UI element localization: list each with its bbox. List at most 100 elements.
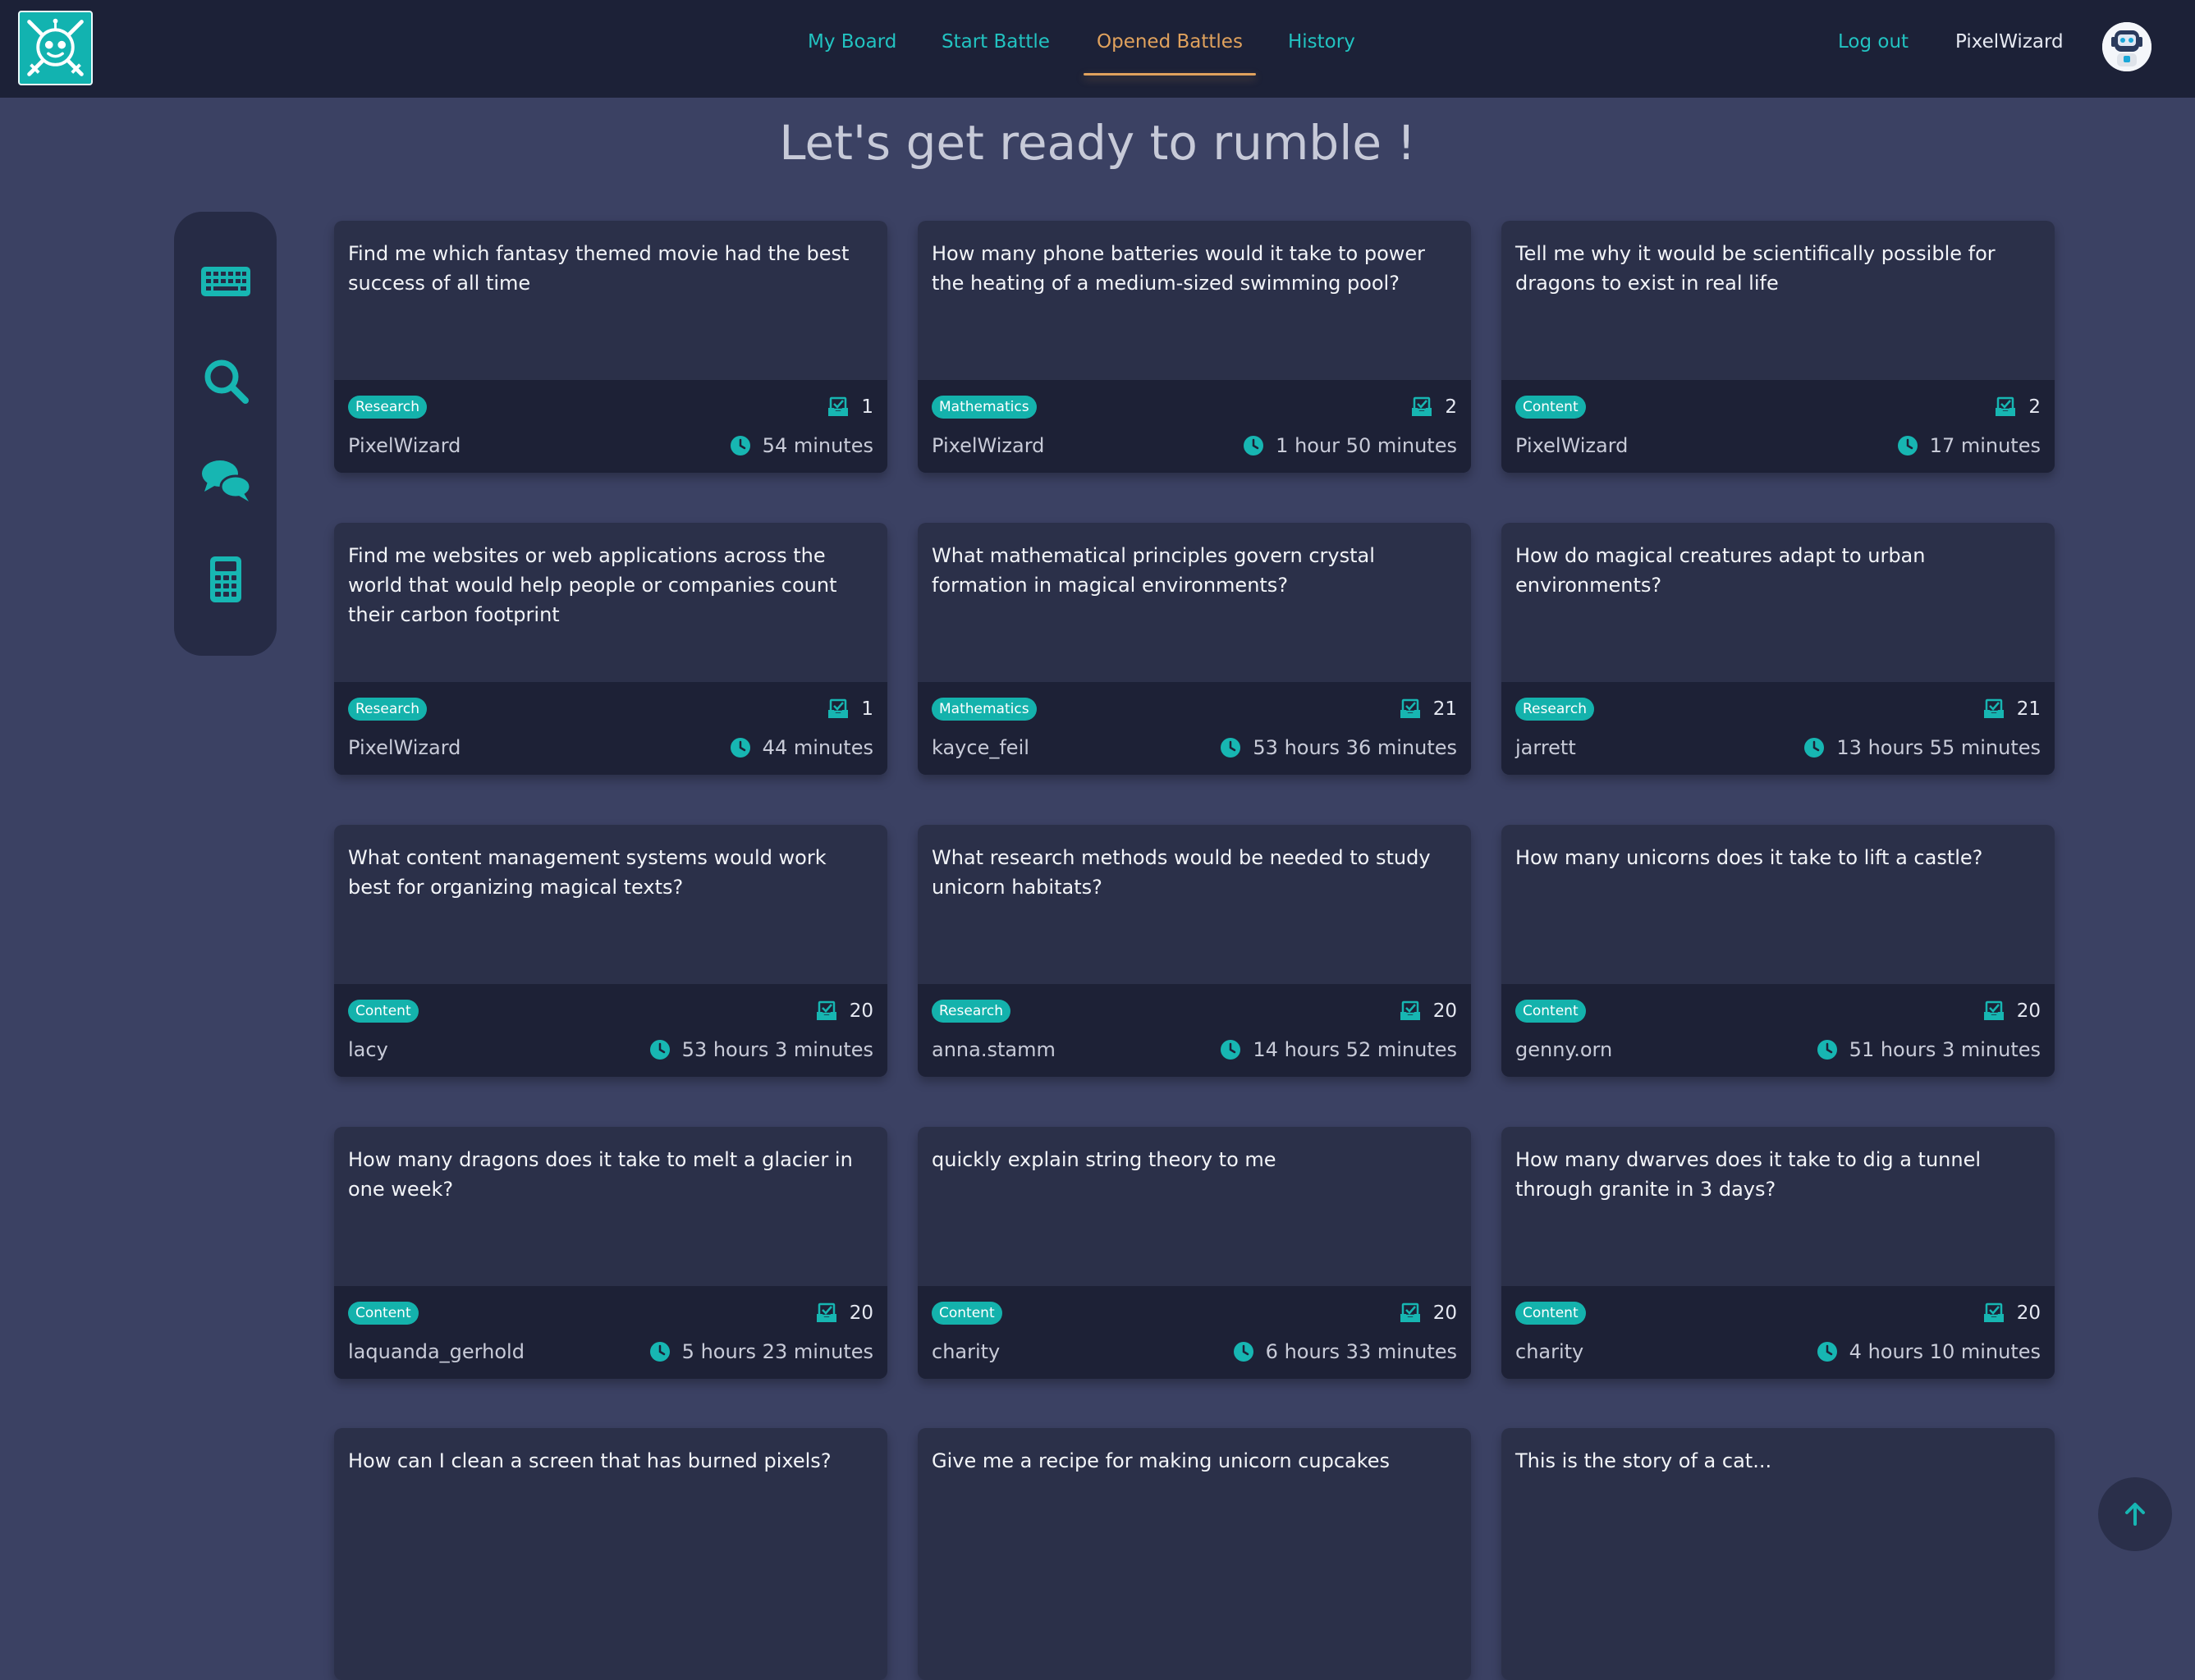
- battle-card[interactable]: What content management systems would wo…: [334, 825, 887, 1077]
- inbox-check-icon: [1983, 1000, 2004, 1020]
- sidebar-item-search[interactable]: [196, 351, 255, 410]
- battle-question: Find me websites or web applications acr…: [348, 544, 837, 626]
- battle-card[interactable]: This is the story of a cat...: [1501, 1428, 2055, 1680]
- category-badge: Content: [1515, 396, 1586, 419]
- battle-author: lacy: [348, 1038, 388, 1061]
- inbox-check-icon: [828, 698, 849, 718]
- battle-card[interactable]: How do magical creatures adapt to urban …: [1501, 523, 2055, 775]
- battle-question: Tell me why it would be scientifically p…: [1515, 242, 1996, 295]
- battle-card[interactable]: Find me which fantasy themed movie had t…: [334, 221, 887, 473]
- answer-count: 21: [1982, 698, 2041, 720]
- time-left: 4 hours 10 minutes: [1817, 1340, 2041, 1363]
- clock-icon: [1221, 1040, 1241, 1060]
- time-left-value: 1 hour 50 minutes: [1276, 434, 1457, 457]
- nav-start-battle[interactable]: Start Battle: [942, 31, 1050, 53]
- nav-my-board[interactable]: My Board: [808, 31, 896, 53]
- inbox-check-icon: [816, 1000, 836, 1020]
- card-footer: Mathematics 2 PixelWizard 1 hour 50 minu…: [918, 380, 1471, 473]
- category-badge: Content: [348, 1302, 419, 1325]
- answer-count-value: 20: [1432, 1302, 1457, 1324]
- clock-icon: [1221, 738, 1241, 758]
- card-footer: Research 21 jarrett 13 hours 55 minutes: [1501, 682, 2055, 775]
- answer-count: 20: [815, 1000, 873, 1022]
- keyboard-icon: [201, 267, 250, 296]
- sidebar-item-keyboard[interactable]: [196, 252, 255, 311]
- sidebar-item-calculator[interactable]: [196, 550, 255, 609]
- battle-question: How many phone batteries would it take t…: [932, 242, 1426, 295]
- card-footer: Content 20 charity 4 hours 10 minutes: [1501, 1286, 2055, 1379]
- scroll-to-top-button[interactable]: [2098, 1477, 2172, 1551]
- clock-icon: [1817, 1342, 1837, 1362]
- time-left-value: 17 minutes: [1929, 434, 2041, 457]
- battle-card[interactable]: Tell me why it would be scientifically p…: [1501, 221, 2055, 473]
- answer-count-value: 21: [1432, 698, 1457, 720]
- category-badge: Content: [1515, 1302, 1586, 1325]
- time-left: 51 hours 3 minutes: [1817, 1038, 2041, 1061]
- time-left-value: 51 hours 3 minutes: [1849, 1038, 2041, 1061]
- card-footer: Content 20 charity 6 hours 33 minutes: [918, 1286, 1471, 1379]
- battle-card[interactable]: Give me a recipe for making unicorn cupc…: [918, 1428, 1471, 1680]
- time-left-value: 4 hours 10 minutes: [1849, 1340, 2041, 1363]
- battle-card[interactable]: How many unicorns does it take to lift a…: [1501, 825, 2055, 1077]
- time-left: 53 hours 36 minutes: [1220, 736, 1457, 759]
- username-label: PixelWizard: [1955, 31, 2064, 53]
- battle-card[interactable]: What mathematical principles govern crys…: [918, 523, 1471, 775]
- battle-author: PixelWizard: [348, 434, 461, 457]
- nav-opened-battles[interactable]: Opened Battles: [1097, 31, 1243, 53]
- answer-count-value: 1: [861, 698, 873, 720]
- clock-icon: [730, 738, 750, 758]
- answer-count: 20: [1399, 1302, 1457, 1324]
- answer-count: 20: [1982, 1000, 2041, 1022]
- time-left-value: 5 hours 23 minutes: [681, 1340, 873, 1363]
- category-badge: Research: [932, 1000, 1010, 1023]
- battle-card[interactable]: How many phone batteries would it take t…: [918, 221, 1471, 473]
- clock-icon: [1244, 436, 1264, 455]
- inbox-check-icon: [1412, 396, 1432, 416]
- answer-count: 21: [1399, 698, 1457, 720]
- time-left: 17 minutes: [1897, 434, 2041, 457]
- battle-question: Give me a recipe for making unicorn cupc…: [932, 1449, 1391, 1472]
- inbox-check-icon: [1996, 396, 2016, 416]
- battle-author: jarrett: [1515, 736, 1576, 759]
- battle-card[interactable]: quickly explain string theory to me Cont…: [918, 1127, 1471, 1379]
- avatar[interactable]: [2102, 22, 2151, 71]
- time-left-value: 14 hours 52 minutes: [1253, 1038, 1457, 1061]
- time-left-value: 6 hours 33 minutes: [1265, 1340, 1457, 1363]
- answer-count: 2: [1994, 396, 2041, 418]
- battle-author: anna.stamm: [932, 1038, 1056, 1061]
- time-left-value: 53 hours 3 minutes: [681, 1038, 873, 1061]
- battle-author: charity: [932, 1340, 1001, 1363]
- battle-question: How can I clean a screen that has burned…: [348, 1449, 832, 1472]
- clock-icon: [1804, 738, 1825, 758]
- battle-author: charity: [1515, 1340, 1584, 1363]
- battle-question: How do magical creatures adapt to urban …: [1515, 544, 1926, 597]
- card-footer: Research 20 anna.stamm 14 hours 52 minut…: [918, 984, 1471, 1077]
- answer-count: 2: [1410, 396, 1457, 418]
- battle-card[interactable]: Find me websites or web applications acr…: [334, 523, 887, 775]
- category-badge: Content: [348, 1000, 419, 1023]
- inbox-check-icon: [816, 1302, 836, 1322]
- time-left-value: 13 hours 55 minutes: [1836, 736, 2041, 759]
- app-logo[interactable]: [18, 11, 93, 85]
- battle-card[interactable]: How many dwarves does it take to dig a t…: [1501, 1127, 2055, 1379]
- battle-question: How many unicorns does it take to lift a…: [1515, 846, 1983, 869]
- battle-author: laquanda_gerhold: [348, 1340, 525, 1363]
- battle-card[interactable]: What research methods would be needed to…: [918, 825, 1471, 1077]
- battle-card[interactable]: How many dragons does it take to melt a …: [334, 1127, 887, 1379]
- time-left-value: 53 hours 36 minutes: [1253, 736, 1457, 759]
- time-left: 44 minutes: [730, 736, 873, 759]
- clock-icon: [730, 436, 750, 455]
- battle-question: quickly explain string theory to me: [932, 1148, 1276, 1171]
- battle-question: What content management systems would wo…: [348, 846, 827, 899]
- time-left: 54 minutes: [730, 434, 873, 457]
- category-badge: Research: [348, 698, 427, 721]
- answer-count: 1: [827, 698, 873, 720]
- category-badge: Research: [348, 396, 427, 419]
- sidebar-item-chat[interactable]: [196, 451, 255, 510]
- logout-link[interactable]: Log out: [1838, 31, 1909, 53]
- answer-count-value: 20: [2016, 1302, 2041, 1324]
- nav-history[interactable]: History: [1288, 31, 1355, 53]
- answer-count: 20: [1399, 1000, 1457, 1022]
- top-navbar: My Board Start Battle Opened Battles His…: [0, 0, 2195, 98]
- battle-card[interactable]: How can I clean a screen that has burned…: [334, 1428, 887, 1680]
